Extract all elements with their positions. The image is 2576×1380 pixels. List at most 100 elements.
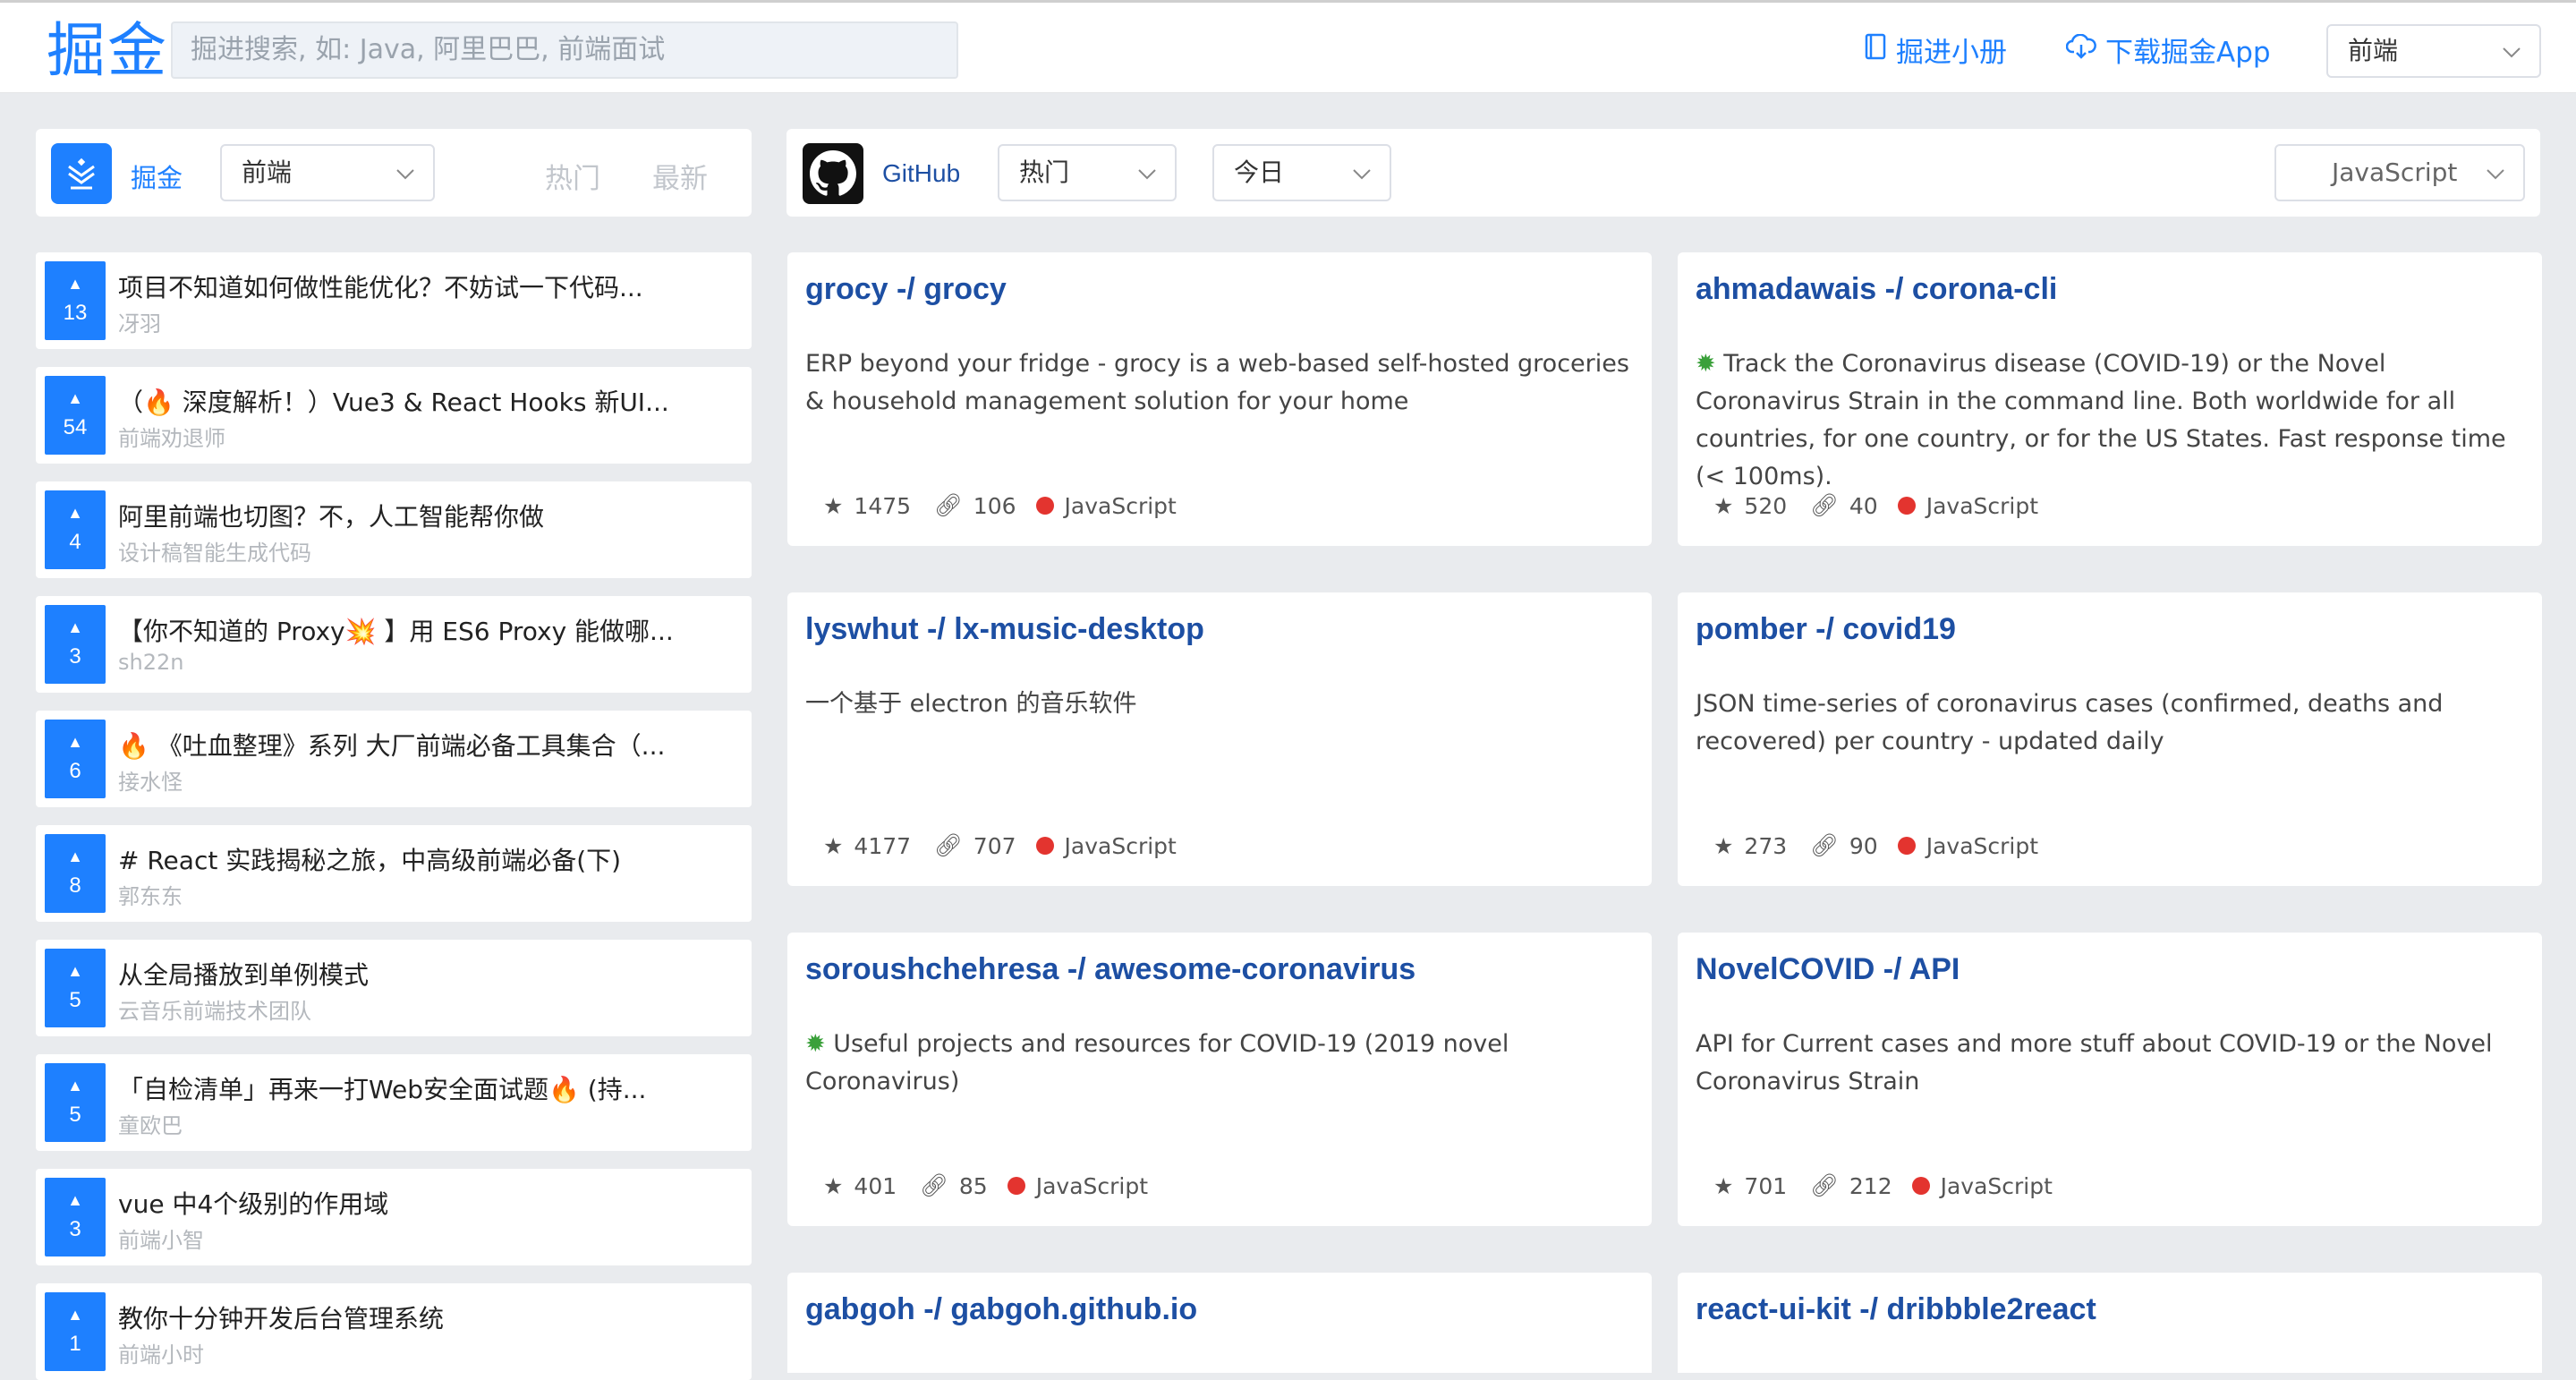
repo-title[interactable]: grocy -/ grocy [805,272,1007,307]
article-item[interactable]: ▲ 13 项目不知道如何做性能优化？不妨试一下代码... 冴羽 [36,252,752,349]
download-app-link[interactable]: 下载掘金App [2065,30,2271,70]
star-icon: ★ [1713,492,1734,519]
repo-description: JSON time-series of coronavirus cases (c… [1696,690,2444,755]
article-title[interactable]: 教你十分钟开发后台管理系统 [118,1299,744,1335]
fork-count: 85 [958,1172,988,1199]
chevron-down-icon [1352,146,1372,200]
vote-count: 13 [63,301,88,325]
repo-title[interactable]: lyswhut -/ lx-music-desktop [805,612,1204,647]
upvote-button[interactable]: ▲ 5 [45,1063,106,1142]
repo-description-text: Useful projects and resources for COVID-… [805,1030,1509,1095]
article-author: sh22n [118,650,184,675]
vote-count: 5 [69,988,81,1012]
upvote-button[interactable]: ▲ 3 [45,605,106,684]
repo-language: JavaScript [1035,1172,1149,1199]
upvote-button[interactable]: ▲ 3 [45,1178,106,1256]
article-item[interactable]: ▲ 4 阿里前端也切图？不，人工智能帮你做 设计稿智能生成代码 [36,481,752,578]
article-title[interactable]: 阿里前端也切图？不，人工智能帮你做 [118,498,744,533]
article-item[interactable]: ▲ 54 （🔥 深度解析！）Vue3 & React Hooks 新UI... 前… [36,367,752,464]
repo-description: ✹ Track the Coronavirus disease (COVID-1… [1696,345,2528,496]
article-item[interactable]: ▲ 3 【你不知道的 Proxy💥 】用 ES6 Proxy 能做哪... sh2… [36,596,752,693]
article-title[interactable]: 从全局播放到单例模式 [118,956,744,992]
caret-up-icon: ▲ [67,275,83,293]
repo-card[interactable]: pomber -/ covid19 JSON time-series of co… [1678,592,2542,886]
upvote-button[interactable]: ▲ 8 [45,834,106,913]
upvote-button[interactable]: ▲ 13 [45,261,106,340]
star-icon: ★ [823,1172,844,1199]
article-item[interactable]: ▲ 5 从全局播放到单例模式 云音乐前端技术团队 [36,940,752,1036]
article-title[interactable]: 「自检清单」再来一打Web安全面试题🔥 (持... [118,1070,744,1106]
repo-title[interactable]: pomber -/ covid19 [1696,612,1956,647]
article-item[interactable]: ▲ 1 教你十分钟开发后台管理系统 前端小时 [36,1283,752,1380]
repo-card[interactable]: soroushchehresa -/ awesome-coronavirus ✹… [787,933,1652,1226]
repo-language: JavaScript [1926,832,2039,859]
juejin-source-label[interactable]: 掘金 [131,158,183,195]
caret-up-icon: ▲ [67,1077,83,1095]
article-author: 设计稿智能生成代码 [118,541,311,566]
fork-count: 212 [1849,1172,1892,1199]
link-icon: 🔗︎ [934,492,963,518]
repo-card[interactable]: react-ui-kit -/ dribbble2react [1678,1273,2542,1373]
link-icon: 🔗︎ [934,832,963,858]
repo-title[interactable]: soroushchehresa -/ awesome-coronavirus [805,952,1416,987]
repo-meta: ★ 4177 🔗︎ 707 JavaScript [823,832,1177,859]
search-input[interactable]: 掘进搜索, 如: Java, 阿里巴巴, 前端面试 [171,21,958,79]
star-icon: ★ [1713,1172,1734,1199]
repo-title[interactable]: gabgoh -/ gabgoh.github.io [805,1292,1197,1327]
article-item[interactable]: ▲ 8 # React 实践揭秘之旅，中高级前端必备(下) 郭东东 [36,825,752,922]
book-icon [1864,33,1887,67]
link-icon: 🔗︎ [1810,832,1839,858]
tab-newest[interactable]: 最新 [652,156,708,196]
chevron-down-icon [2486,146,2505,200]
left-category-select[interactable]: 前端 [220,144,435,201]
article-title[interactable]: vue 中4个级别的作用域 [118,1185,744,1221]
github-icon[interactable] [803,143,863,204]
article-title[interactable]: 项目不知道如何做性能优化？不妨试一下代码... [118,268,744,304]
article-title[interactable]: （🔥 深度解析！）Vue3 & React Hooks 新UI... [118,383,744,419]
sort-select[interactable]: 热门 [998,144,1177,201]
article-item[interactable]: ▲ 5 「自检清单」再来一打Web安全面试题🔥 (持... 童欧巴 [36,1054,752,1151]
caret-up-icon: ▲ [67,618,83,636]
repo-language: JavaScript [1940,1172,2053,1199]
github-panel-header: GitHub 热门 今日 JavaScript [786,129,2540,217]
fork-count: 40 [1849,492,1878,519]
repo-card[interactable]: lyswhut -/ lx-music-desktop 一个基于 electro… [787,592,1652,886]
repo-title[interactable]: NovelCOVID -/ API [1696,952,1960,987]
repo-description: ✹ Useful projects and resources for COVI… [805,1026,1637,1101]
star-count: 401 [854,1172,897,1199]
book-link[interactable]: 掘进小册 [1864,30,2007,70]
tab-hot[interactable]: 热门 [545,156,600,196]
upvote-button[interactable]: ▲ 4 [45,490,106,569]
repo-language: JavaScript [1064,832,1177,859]
header-category-select[interactable]: 前端 [2326,24,2541,78]
article-item[interactable]: ▲ 3 vue 中4个级别的作用域 前端小智 [36,1169,752,1265]
vote-count: 6 [69,759,81,783]
article-title[interactable]: 【你不知道的 Proxy💥 】用 ES6 Proxy 能做哪... [118,612,744,648]
repo-card[interactable]: gabgoh -/ gabgoh.github.io [787,1273,1652,1373]
article-author: 冴羽 [118,311,161,336]
repo-card[interactable]: NovelCOVID -/ API API for Current cases … [1678,933,2542,1226]
repo-card[interactable]: grocy -/ grocy ERP beyond your fridge - … [787,252,1652,546]
juejin-logo-icon[interactable] [51,143,112,204]
link-icon: 🔗︎ [920,1172,948,1198]
repo-meta: ★ 1475 🔗︎ 106 JavaScript [823,492,1177,519]
upvote-button[interactable]: ▲ 54 [45,376,106,455]
repo-title[interactable]: ahmadawais -/ corona-cli [1696,272,2057,307]
repo-title[interactable]: react-ui-kit -/ dribbble2react [1696,1292,2096,1327]
period-value: 今日 [1234,158,1285,187]
upvote-button[interactable]: ▲ 5 [45,949,106,1027]
article-title[interactable]: 🔥 《吐血整理》系列 大厂前端必备工具集合（... [118,727,744,762]
repo-card[interactable]: ahmadawais -/ corona-cli ✹ Track the Cor… [1678,252,2542,546]
github-source-label[interactable]: GitHub [882,159,960,188]
repo-meta: ★ 273 🔗︎ 90 JavaScript [1713,832,2038,859]
upvote-button[interactable]: ▲ 6 [45,720,106,798]
article-item[interactable]: ▲ 6 🔥 《吐血整理》系列 大厂前端必备工具集合（... 接水怪 [36,711,752,807]
link-icon: 🔗︎ [1810,1172,1839,1198]
upvote-button[interactable]: ▲ 1 [45,1292,106,1371]
language-select[interactable]: JavaScript [2274,144,2525,201]
site-logo[interactable]: 掘金 [47,15,168,87]
period-select[interactable]: 今日 [1212,144,1391,201]
caret-up-icon: ▲ [67,1306,83,1324]
caret-up-icon: ▲ [67,504,83,522]
article-title[interactable]: # React 实践揭秘之旅，中高级前端必备(下) [118,841,744,877]
